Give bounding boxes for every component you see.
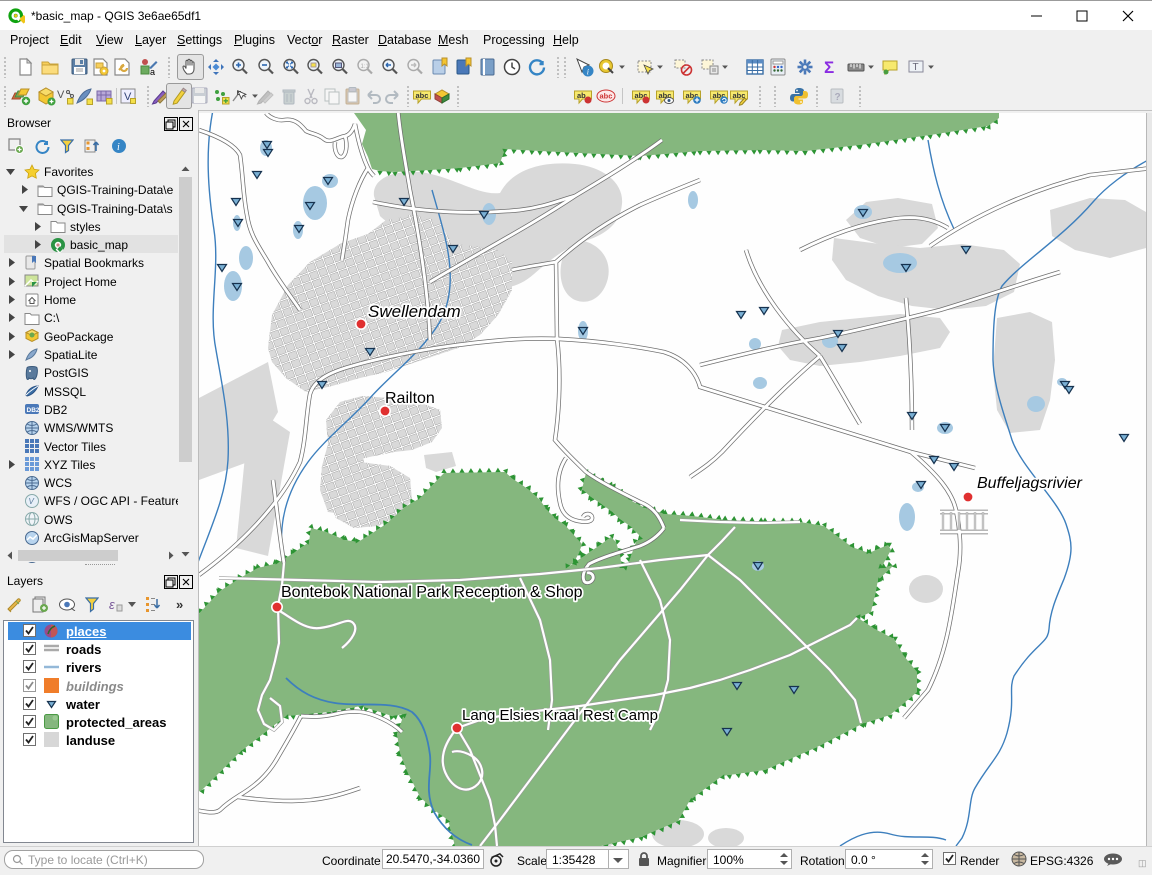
- svg-text:ε: ε: [109, 597, 115, 612]
- svg-text:abc: abc: [416, 91, 429, 100]
- svg-text:V: V: [29, 497, 35, 506]
- svg-text:Bontebok National Park Recepti: Bontebok National Park Reception & Shop: [281, 584, 583, 601]
- svg-text:DB2: DB2: [27, 407, 40, 414]
- svg-text:Σ: Σ: [824, 58, 834, 77]
- svg-text:Swellendam: Swellendam: [368, 302, 461, 321]
- svg-text:i: i: [587, 68, 589, 77]
- svg-text:T: T: [913, 62, 919, 73]
- svg-text:a: a: [150, 67, 155, 77]
- svg-text:Buffeljagsrivier: Buffeljagsrivier: [977, 475, 1083, 492]
- svg-text:Lang Elsies Kraal Rest Camp: Lang Elsies Kraal Rest Camp: [462, 707, 658, 724]
- svg-text:Railton: Railton: [385, 390, 435, 407]
- svg-text:i: i: [117, 142, 120, 153]
- svg-text:?: ?: [835, 92, 841, 103]
- svg-text:abc: abc: [600, 92, 613, 101]
- svg-text:V: V: [57, 89, 65, 101]
